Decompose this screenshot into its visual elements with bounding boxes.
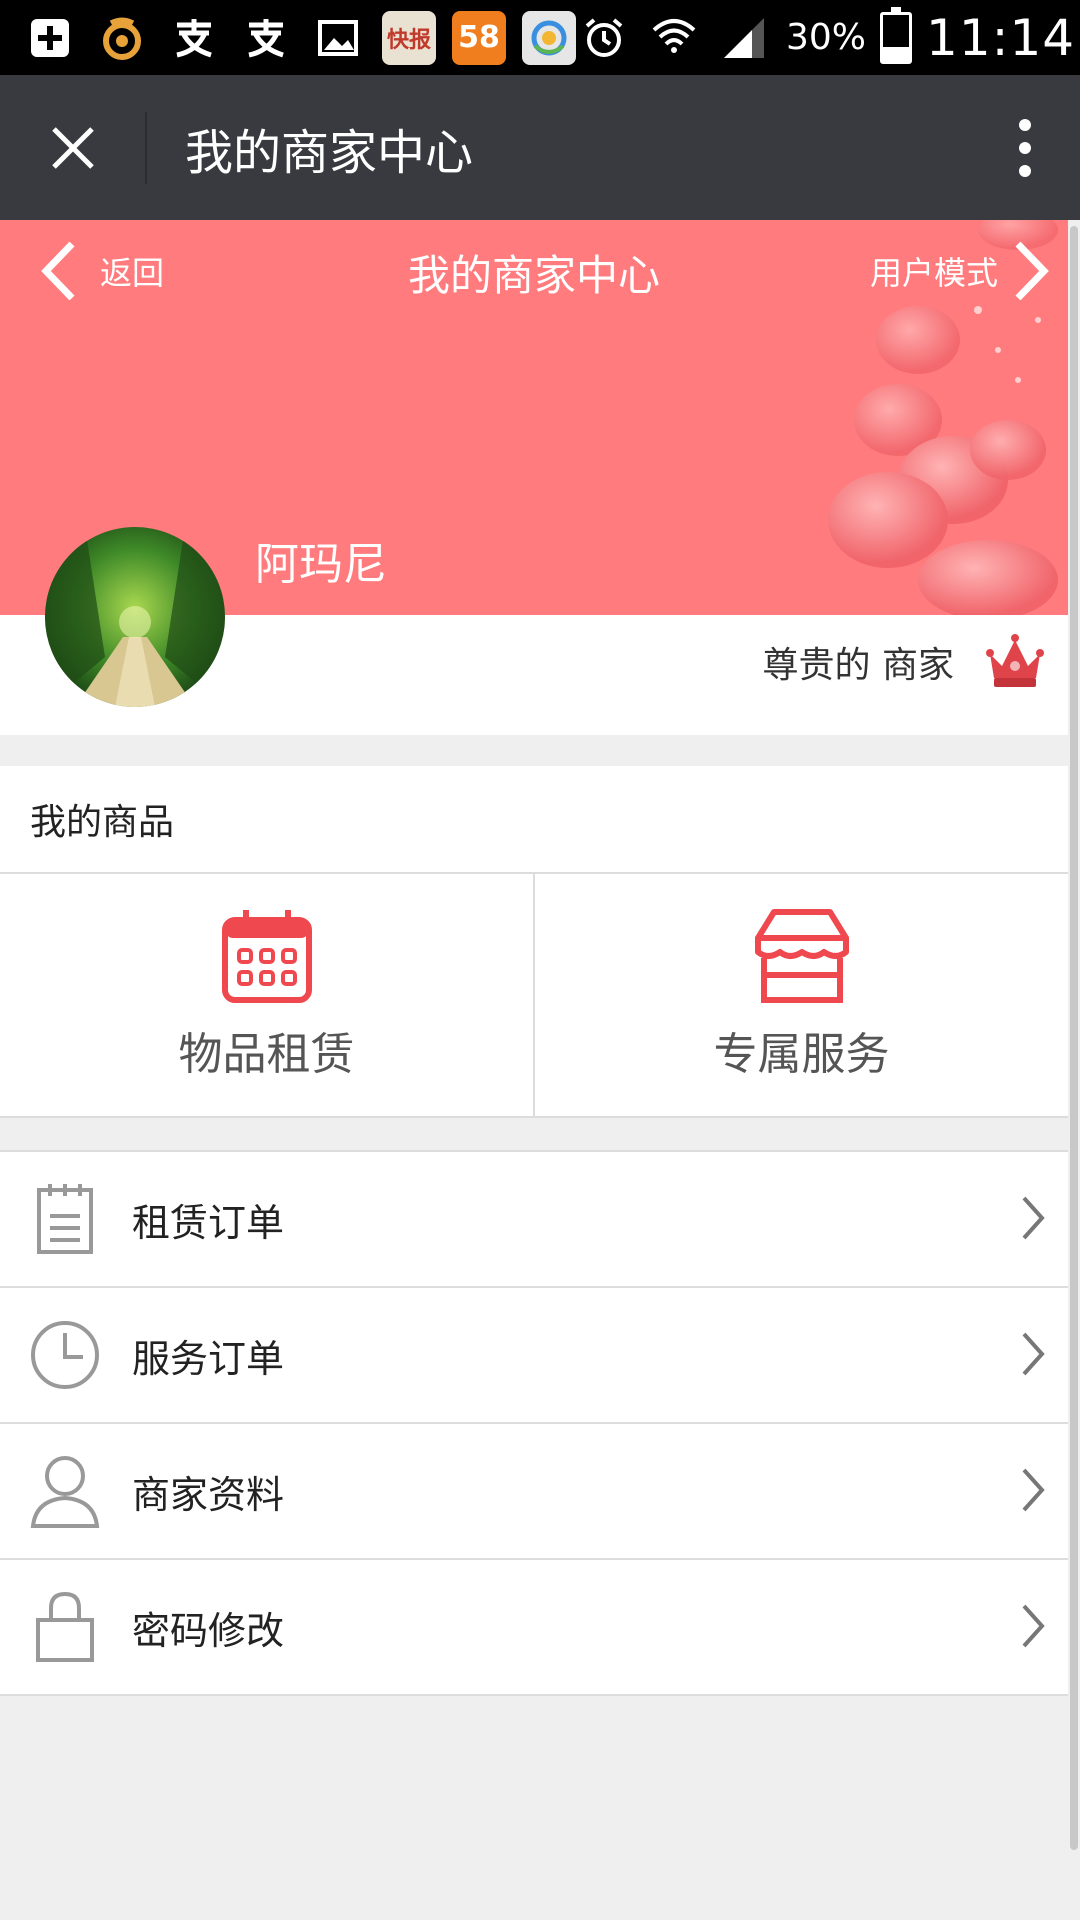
hero-nav: 返回 我的商家中心 用户模式 bbox=[0, 220, 1068, 320]
58-app-icon: 58 bbox=[452, 10, 506, 65]
crown-icon bbox=[986, 634, 1044, 687]
exclusive-service-button[interactable]: 专属服务 bbox=[533, 874, 1068, 1116]
chevron-right-icon bbox=[1015, 241, 1049, 301]
status-bar: 快报 58 30% 11:14 bbox=[0, 0, 1080, 75]
user-icon bbox=[28, 1454, 102, 1528]
chevron-right-icon bbox=[1022, 1468, 1045, 1512]
calendar-icon bbox=[221, 910, 312, 1003]
close-icon bbox=[51, 126, 94, 169]
avatar[interactable] bbox=[45, 527, 225, 707]
vip-status: 尊贵的 商家 bbox=[763, 632, 1046, 692]
alarm-icon bbox=[576, 12, 632, 64]
wifi-icon bbox=[646, 12, 702, 64]
alipay-icon bbox=[166, 12, 222, 64]
forest-avatar-image bbox=[45, 527, 225, 707]
menu-label-merchant-profile: 商家资料 bbox=[132, 1472, 285, 1517]
kuaibao-app-icon: 快报 bbox=[382, 10, 436, 65]
clock-time: 11:14 bbox=[926, 8, 1076, 67]
goods-grid: 物品租赁 专属服务 bbox=[0, 874, 1068, 1116]
image-icon bbox=[310, 12, 366, 64]
menu-label-service-orders: 服务订单 bbox=[132, 1336, 285, 1381]
menu-item-change-password[interactable]: 密码修改 bbox=[0, 1560, 1068, 1696]
menu-item-rental-orders[interactable]: 租赁订单 bbox=[0, 1152, 1068, 1288]
signal-icon bbox=[716, 12, 772, 64]
close-button[interactable] bbox=[0, 75, 145, 220]
more-vertical-icon bbox=[1019, 118, 1031, 177]
alipay-icon bbox=[238, 12, 294, 64]
merchant-name: 阿玛尼 bbox=[255, 539, 387, 590]
store-icon bbox=[754, 909, 849, 1003]
battery-icon bbox=[880, 6, 913, 64]
uc-browser-icon bbox=[94, 12, 150, 64]
battery-fill bbox=[883, 46, 910, 61]
menu-item-service-orders[interactable]: 服务订单 bbox=[0, 1288, 1068, 1424]
item-rental-label: 物品租赁 bbox=[178, 1029, 355, 1080]
vip-label: 尊贵的 商家 bbox=[762, 645, 954, 686]
window-title: 我的商家中心 bbox=[185, 124, 474, 181]
chevron-right-icon bbox=[1022, 1604, 1045, 1648]
more-button[interactable] bbox=[970, 75, 1080, 220]
user-mode-button[interactable]: 用户模式 bbox=[870, 240, 1050, 302]
user-mode-label: 用户模式 bbox=[869, 254, 998, 292]
menu-label-rental-orders: 租赁订单 bbox=[132, 1200, 285, 1245]
item-rental-button[interactable]: 物品租赁 bbox=[0, 874, 533, 1116]
chevron-right-icon bbox=[1022, 1332, 1045, 1376]
menu-item-merchant-profile[interactable]: 商家资料 bbox=[0, 1424, 1068, 1560]
my-goods-section: 我的商品 物品租赁 专属服务 bbox=[0, 766, 1068, 1118]
title-bar: 我的商家中心 bbox=[0, 75, 1080, 220]
battery-percent: 30% bbox=[786, 17, 867, 58]
clock-icon bbox=[28, 1318, 102, 1392]
exclusive-service-label: 专属服务 bbox=[713, 1029, 890, 1080]
my-goods-header: 我的商品 bbox=[0, 766, 1068, 874]
menu-label-change-password: 密码修改 bbox=[132, 1608, 285, 1653]
clipboard-icon bbox=[28, 1182, 102, 1256]
lock-icon bbox=[28, 1590, 102, 1664]
qq-browser-icon bbox=[522, 10, 576, 65]
add-square-icon bbox=[22, 12, 78, 64]
chevron-right-icon bbox=[1022, 1196, 1045, 1240]
menu-list: 租赁订单 服务订单 商家资料 密码修改 bbox=[0, 1150, 1068, 1696]
scrollbar[interactable] bbox=[1070, 226, 1078, 1850]
